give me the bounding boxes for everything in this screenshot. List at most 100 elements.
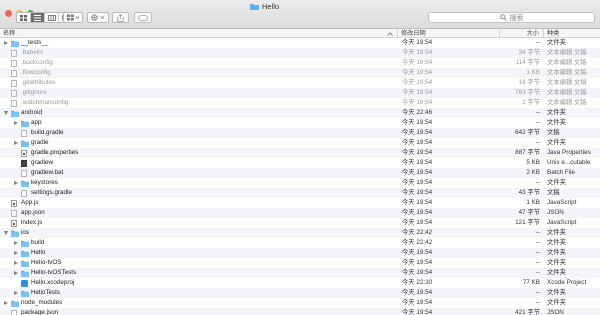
file-row[interactable]: build.gradle 今天 19:54 642 字节 文稿 — [0, 128, 600, 138]
file-date: 今天 19:54 — [402, 259, 433, 266]
disclosure-collapsed-icon[interactable] — [14, 180, 18, 185]
columns-icon — [47, 14, 56, 21]
file-row[interactable]: index.js 今天 19:54 121 字节 JavaScript — [0, 218, 600, 228]
file-kind: 文件夹 — [547, 179, 566, 186]
file-date: 今天 19:54 — [402, 69, 433, 76]
file-row[interactable]: ios 今天 22:42 -- 文件夹 — [0, 228, 600, 238]
file-row[interactable]: gradle.properties 今天 19:54 887 字节 Java Prop… — [0, 148, 600, 158]
action-menu-button[interactable] — [87, 12, 109, 23]
disclosure-collapsed-icon[interactable] — [4, 300, 8, 305]
file-row[interactable]: build 今天 22:42 -- 文件夹 — [0, 238, 600, 248]
disclosure-collapsed-icon[interactable] — [14, 240, 18, 245]
file-row[interactable]: gradlew.bat 今天 19:54 2 KB Batch File — [0, 168, 600, 178]
icon-view-button[interactable] — [17, 13, 31, 22]
column-view-button[interactable] — [45, 13, 59, 22]
file-row[interactable]: Hello 今天 19:54 -- 文件夹 — [0, 248, 600, 258]
file-row[interactable]: Hello-tvOS 今天 19:54 -- 文件夹 — [0, 258, 600, 268]
disclosure-collapsed-icon[interactable] — [14, 270, 18, 275]
file-kind: 文件夹 — [547, 289, 566, 296]
file-date: 今天 19:54 — [402, 119, 433, 126]
name-column-header[interactable]: 名称 — [0, 29, 398, 38]
file-date: 今天 19:54 — [402, 189, 433, 196]
file-row[interactable]: app.json 今天 19:54 47 字节 JSON — [0, 208, 600, 218]
folder-icon — [21, 120, 29, 127]
file-list: __tests__ 今天 19:54 -- 文件夹 .babelrc 今天 19:54 34… — [0, 38, 600, 315]
file-date: 今天 19:54 — [402, 269, 433, 276]
file-row[interactable]: App.js 今天 19:54 1 KB JavaScript — [0, 198, 600, 208]
file-kind: Java Properties — [547, 149, 591, 156]
file-name: .buckconfig — [21, 59, 53, 66]
size-column-header[interactable]: 大小 — [500, 29, 544, 38]
file-row[interactable]: node_modules 今天 19:54 -- 文件夹 — [0, 298, 600, 308]
disclosure-collapsed-icon[interactable] — [14, 250, 18, 255]
file-kind: JSON — [547, 309, 564, 315]
file-kind: Batch File — [547, 169, 575, 176]
disclosure-collapsed-icon[interactable] — [14, 140, 18, 145]
file-name-cell: Hello-tvOS — [0, 258, 398, 268]
file-row[interactable]: HelloTests 今天 19:54 -- 文件夹 — [0, 288, 600, 298]
file-row[interactable]: .buckconfig 今天 19:54 114 字节 文本编辑 文稿 — [0, 58, 600, 68]
edit-tags-button[interactable] — [134, 12, 152, 23]
file-date: 今天 22:30 — [402, 279, 433, 286]
kind-column-header[interactable]: 种类 — [544, 29, 600, 38]
file-kind: JavaScript — [547, 219, 577, 226]
file-row[interactable]: Hello.xcodeproj 今天 22:30 77 KB Xcode Projec… — [0, 278, 600, 288]
date-column-header[interactable]: 修改日期 — [398, 29, 500, 38]
disclosure-expanded-icon[interactable] — [3, 111, 8, 115]
file-name: gradlew.bat — [31, 169, 64, 176]
file-name-cell: .gitignore — [0, 88, 398, 98]
file-name-cell: build.gradle — [0, 128, 398, 138]
file-row[interactable]: app 今天 19:54 -- 文件夹 — [0, 118, 600, 128]
file-row[interactable]: package.json 今天 19:54 421 字节 JSON — [0, 308, 600, 315]
code-file-icon — [11, 219, 17, 227]
disclosure-collapsed-icon[interactable] — [14, 290, 18, 295]
file-name-cell: index.js — [0, 218, 398, 228]
file-row[interactable]: .gitignore 今天 19:54 763 字节 文本编辑 文稿 — [0, 88, 600, 98]
file-name-cell: .watchmanconfig — [0, 98, 398, 108]
file-name: gradlew — [31, 159, 54, 166]
disclosure-expanded-icon[interactable] — [3, 231, 8, 235]
file-kind: 文本编辑 文稿 — [547, 79, 587, 86]
share-icon — [117, 13, 124, 22]
file-row[interactable]: .babelrc 今天 19:54 34 字节 文本编辑 文稿 — [0, 48, 600, 58]
file-size: -- — [535, 289, 540, 296]
file-row[interactable]: Hello-tvOSTests 今天 19:54 -- 文件夹 — [0, 268, 600, 278]
folder-icon — [21, 240, 29, 247]
disclosure-collapsed-icon[interactable] — [4, 40, 8, 45]
file-name-cell: gradlew.bat — [0, 168, 398, 178]
file-row[interactable]: keystores 今天 19:54 -- 文件夹 — [0, 178, 600, 188]
file-name-cell: gradle — [0, 138, 398, 148]
file-row[interactable]: __tests__ 今天 19:54 -- 文件夹 — [0, 38, 600, 48]
search-placeholder: 搜索 — [509, 14, 524, 22]
file-row[interactable]: gradlew 今天 19:54 5 KB Unix e...cutable — [0, 158, 600, 168]
file-row[interactable]: settings.gradle 今天 19:54 43 字节 文稿 — [0, 188, 600, 198]
file-name: Hello — [31, 249, 46, 256]
file-row[interactable]: .flowconfig 今天 19:54 1 KB 文本编辑 文稿 — [0, 68, 600, 78]
file-row[interactable]: gradle 今天 19:54 -- 文件夹 — [0, 138, 600, 148]
close-window-button[interactable] — [5, 10, 12, 17]
file-name-cell: .babelrc — [0, 48, 398, 58]
document-icon — [11, 209, 17, 217]
disclosure-collapsed-icon[interactable] — [14, 120, 18, 125]
file-size: 5 KB — [526, 159, 540, 166]
file-name-cell: Hello-tvOSTests — [0, 268, 398, 278]
file-name: .watchmanconfig — [21, 99, 69, 106]
document-icon — [11, 309, 17, 315]
search-icon — [499, 14, 507, 21]
file-kind: 文件夹 — [547, 109, 566, 116]
group-by-button[interactable] — [63, 12, 83, 23]
file-row[interactable]: .watchmanconfig 今天 19:54 2 字节 文本编辑 文稿 — [0, 98, 600, 108]
share-button[interactable] — [112, 12, 129, 23]
file-name: package.json — [21, 309, 59, 315]
search-field[interactable]: 搜索 — [428, 12, 595, 23]
file-row[interactable]: .gitattributes 今天 19:54 16 字节 文本编辑 文稿 — [0, 78, 600, 88]
file-size: -- — [535, 139, 540, 146]
sort-ascending-icon — [387, 31, 393, 36]
file-date: 今天 22:46 — [402, 109, 433, 116]
list-view-button[interactable] — [31, 13, 45, 22]
file-row[interactable]: android 今天 22:46 -- 文件夹 — [0, 108, 600, 118]
file-kind: 文件夹 — [547, 239, 566, 246]
disclosure-collapsed-icon[interactable] — [14, 260, 18, 265]
file-name: Hello.xcodeproj — [31, 279, 75, 286]
file-name: __tests__ — [21, 39, 49, 46]
